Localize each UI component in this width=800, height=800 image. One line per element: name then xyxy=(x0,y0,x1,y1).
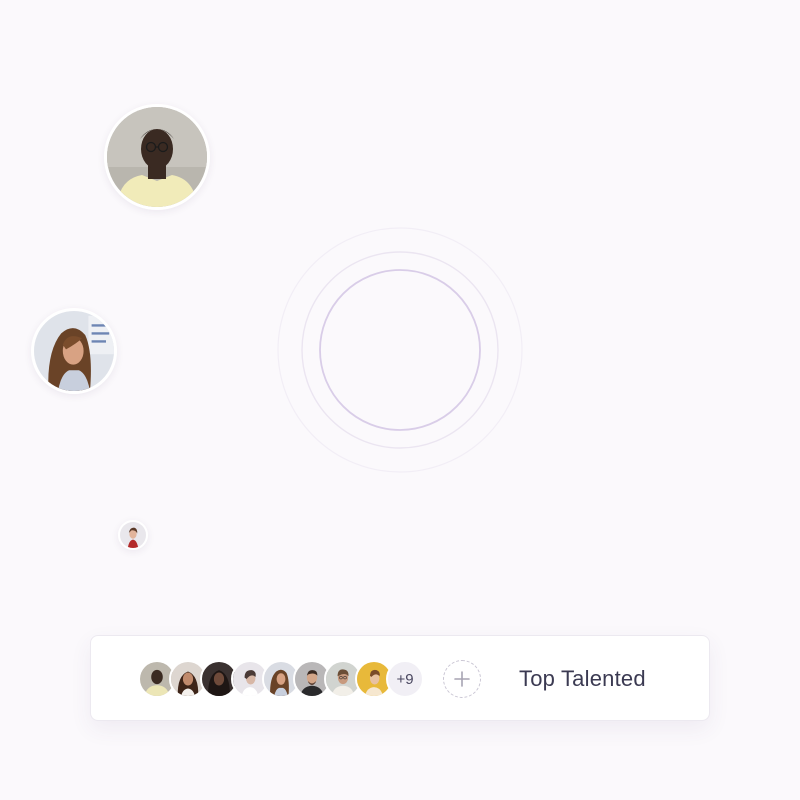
add-talent-button[interactable] xyxy=(443,660,481,698)
talent-avatar-stack: +9 xyxy=(138,659,424,699)
ring-inner xyxy=(319,269,481,431)
more-talent-count[interactable]: +9 xyxy=(386,660,424,698)
plus-icon xyxy=(454,671,470,687)
top-talented-label: Top Talented xyxy=(519,666,646,691)
floating-avatar-man-glasses[interactable] xyxy=(104,104,210,210)
floating-avatar-woman-long-hair[interactable] xyxy=(31,308,117,394)
top-talented-card: +9 Top Talented xyxy=(90,635,710,721)
ring-outer xyxy=(277,227,523,473)
floating-avatar-small-woman[interactable] xyxy=(118,520,148,550)
talent-canvas: +9 Top Talented xyxy=(0,0,800,800)
ring-middle xyxy=(301,251,499,449)
